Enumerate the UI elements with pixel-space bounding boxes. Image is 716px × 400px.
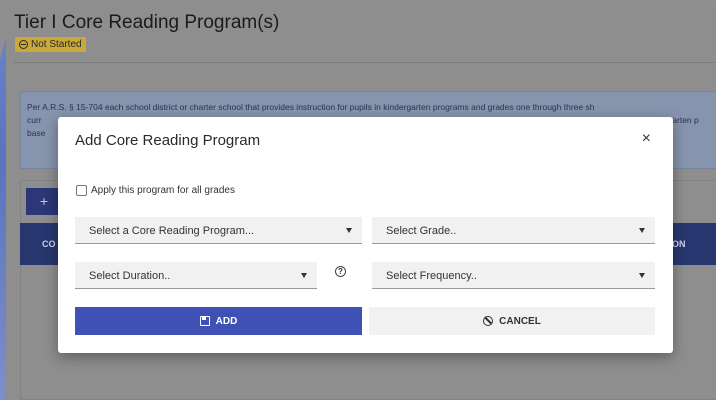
status-badge-label: Not Started — [31, 39, 82, 50]
chevron-down-icon — [639, 228, 645, 233]
save-icon — [199, 316, 210, 326]
info-line-2: curr — [27, 115, 42, 125]
duration-select-value: Select Duration.. — [89, 270, 171, 282]
status-badge: Not Started — [15, 37, 86, 52]
grade-select-value: Select Grade.. — [386, 225, 457, 237]
all-grades-label: Apply this program for all grades — [91, 185, 235, 196]
add-button-label: ADD — [215, 315, 238, 327]
close-icon[interactable]: × — [642, 131, 651, 147]
cancel-button[interactable]: CANCEL — [369, 307, 655, 335]
page-title: Tier I Core Reading Program(s) — [14, 12, 280, 33]
modal-title: Add Core Reading Program — [75, 132, 261, 149]
program-select[interactable]: Select a Core Reading Program... — [75, 217, 362, 244]
grade-select[interactable]: Select Grade.. — [372, 217, 655, 244]
all-grades-option[interactable]: Apply this program for all grades — [76, 185, 235, 196]
duration-select[interactable]: Select Duration.. — [75, 262, 317, 289]
table-header-left: CO — [42, 239, 56, 249]
background-add-button[interactable]: + — [26, 188, 62, 215]
cancel-button-label: CANCEL — [499, 315, 541, 327]
chevron-down-icon — [346, 228, 352, 233]
chevron-down-icon — [639, 273, 645, 278]
add-button[interactable]: ADD — [75, 307, 362, 335]
minus-circle-icon — [19, 40, 28, 49]
table-header-right: ON — [672, 239, 686, 249]
frequency-select[interactable]: Select Frequency.. — [372, 262, 655, 289]
frequency-select-value: Select Frequency.. — [386, 270, 477, 282]
chevron-down-icon — [301, 273, 307, 278]
cancel-icon — [483, 316, 494, 326]
add-program-modal: Add Core Reading Program × Apply this pr… — [58, 117, 673, 353]
all-grades-checkbox[interactable] — [76, 185, 87, 196]
info-line-1: Per A.R.S. § 15-704 each school district… — [27, 102, 595, 112]
help-icon[interactable]: ? — [335, 266, 346, 277]
header-divider — [14, 62, 716, 63]
program-select-value: Select a Core Reading Program... — [89, 225, 255, 237]
